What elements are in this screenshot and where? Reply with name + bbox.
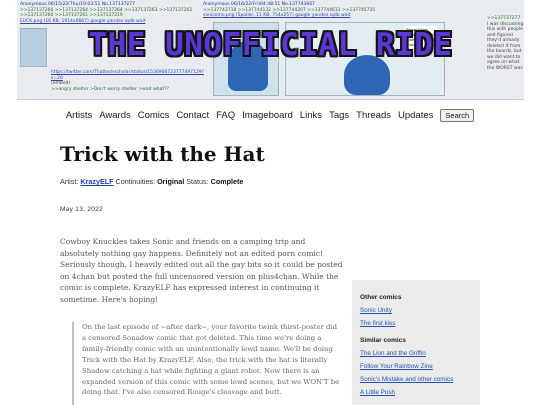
post-file: sonicemo.png (Spoiler, 11 KB, 754x257) g…: [203, 13, 351, 18]
sidebar: Other comics Sonic Unity The first kiss …: [352, 280, 480, 405]
page-title: Trick with the Hat: [60, 142, 265, 166]
sidebar-link-first-kiss[interactable]: The first kiss: [360, 320, 472, 327]
article-intro: Cowboy Knuckles takes Sonic and friends …: [60, 237, 343, 304]
post-greentext: >>angry shelter >Don't worry shelter >wa…: [51, 86, 169, 92]
site-banner[interactable]: Anonymous 06/15/22(Thu)19:03:51 No.13713…: [17, 0, 524, 100]
nav-imageboard[interactable]: Imageboard: [242, 110, 293, 121]
article-quote: On the last episode of ~after dark~, you…: [72, 322, 340, 405]
sidebar-link-sonic-unity[interactable]: Sonic Unity: [360, 307, 472, 314]
sidebar-link-little-push[interactable]: A Little Push: [360, 389, 472, 396]
post-link: https://twitter.com/Thattechscholar/stat…: [51, 70, 205, 81]
article-header: Trick with the Hat Artist: KrazyELF Cont…: [60, 142, 490, 186]
artist-link[interactable]: KrazyELF: [80, 177, 113, 186]
post-replies: >>137137266 >>137137264 >>137137264 >>13…: [20, 7, 193, 19]
banner-post-links: https://twitter.com/Thattechscholar/stat…: [51, 70, 205, 92]
nav-faq[interactable]: FAQ: [216, 110, 235, 121]
nav-artists[interactable]: Artists: [66, 110, 92, 121]
nav-updates[interactable]: Updates: [398, 110, 433, 121]
nav-awards[interactable]: Awards: [99, 110, 131, 121]
post-file: EUCK.png (16 KB, 1914x6667) google yande…: [20, 18, 146, 24]
nav-comics[interactable]: Comics: [138, 110, 170, 121]
sidebar-link-rainbow-zine[interactable]: Follow Your Rainbow Zine: [360, 363, 472, 370]
status-label: Status:: [186, 177, 209, 186]
main-nav: Artists Awards Comics Contact FAQ Imageb…: [0, 107, 540, 123]
continuities-label: Continuities:: [115, 177, 156, 186]
sidebar-link-lion-griffin[interactable]: The Lion and the Griffin: [360, 350, 472, 357]
banner-post: Anonymous 06/16/22(Fri)04:48:51 No.13774…: [203, 2, 443, 19]
sidebar-link-sonics-mistake[interactable]: Sonic's Mistake and other comics: [360, 376, 472, 383]
banner-post: Anonymous 06/15/22(Thu)19:03:51 No.13713…: [20, 2, 205, 24]
site-title[interactable]: THE UNOFFICIAL RIDE: [17, 27, 524, 63]
continuities-value: Original: [157, 177, 185, 186]
nav-threads[interactable]: Threads: [356, 110, 391, 121]
nav-links[interactable]: Links: [300, 110, 322, 121]
comic-meta: Artist: KrazyELF Continuities: Original …: [60, 177, 490, 186]
other-comics-heading: Other comics: [360, 294, 402, 301]
search-button[interactable]: Search: [440, 108, 475, 122]
post-date: May 13, 2022: [60, 206, 103, 213]
artist-label: Artist:: [60, 177, 79, 186]
status-value: Complete: [210, 177, 244, 186]
nav-tags[interactable]: Tags: [329, 110, 349, 121]
post-replies: >>137737277: [487, 16, 521, 21]
nav-contact[interactable]: Contact: [176, 110, 209, 121]
similar-comics-heading: Similar comics: [360, 337, 406, 344]
